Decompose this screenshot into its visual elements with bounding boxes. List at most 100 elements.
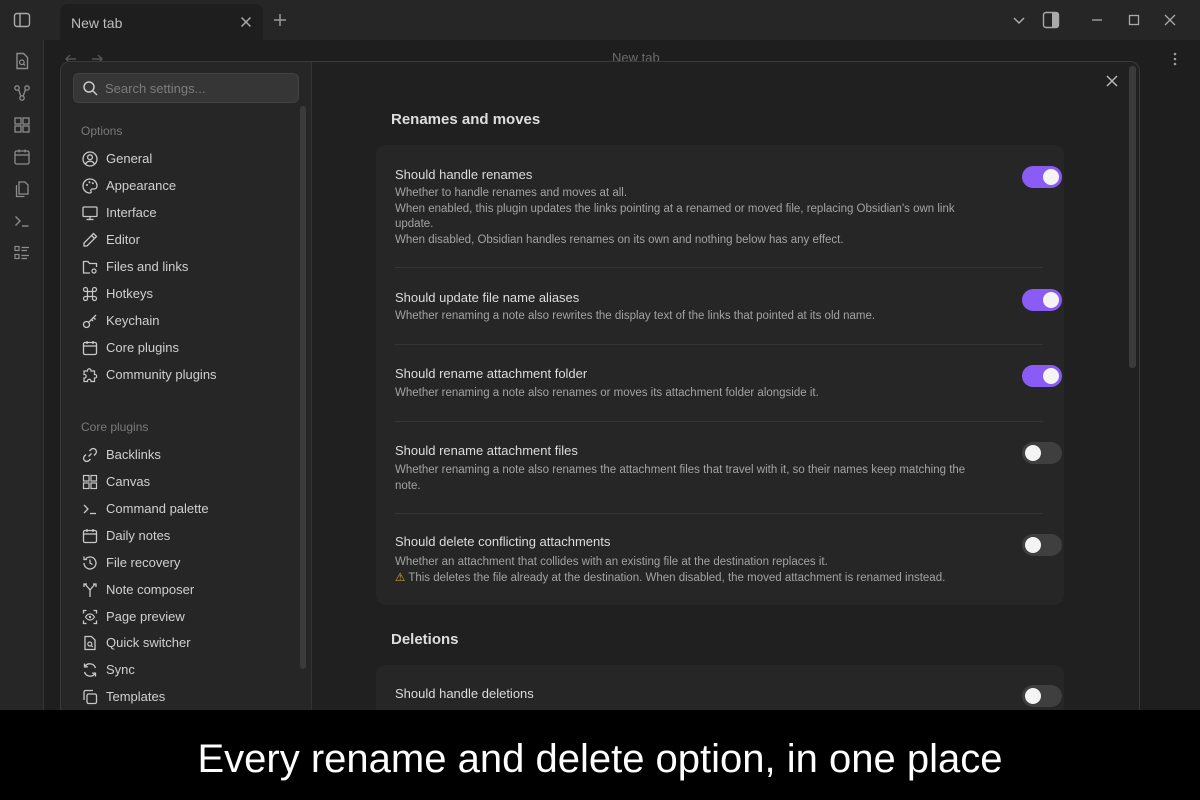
left-ribbon xyxy=(0,40,44,710)
history-icon xyxy=(81,554,99,572)
calendar-icon xyxy=(81,527,99,545)
close-modal-icon[interactable] xyxy=(1103,72,1121,90)
sidebar-item-label: Editor xyxy=(106,232,140,247)
sidebar-item-appearance[interactable]: Appearance xyxy=(73,173,299,199)
sidebar-item-sync[interactable]: Sync xyxy=(73,657,299,683)
sidebar-item-page-preview[interactable]: Page preview xyxy=(73,604,299,630)
settings-sidebar: Options General Appearance Interface Edi… xyxy=(61,62,312,720)
caption-bar: Every rename and delete option, in one p… xyxy=(0,710,1200,800)
sidebar-item-label: Templates xyxy=(106,689,166,704)
sidebar-item-keychain[interactable]: Keychain xyxy=(73,308,299,334)
setting-should-rename-attachment-files: Should rename attachment files Whether r… xyxy=(395,422,1062,514)
options-heading: Options xyxy=(81,124,123,138)
toggle-knob xyxy=(1043,368,1059,384)
sidebar-toggle-icon[interactable] xyxy=(12,10,32,30)
sidebar-item-command-palette[interactable]: Command palette xyxy=(73,496,299,522)
sidebar-item-files-and-links[interactable]: Files and links xyxy=(73,254,299,280)
section-heading-renames-and-moves: Renames and moves xyxy=(391,111,541,128)
graph-view-icon[interactable] xyxy=(12,83,32,103)
sidebar-item-label: Backlinks xyxy=(106,447,161,462)
puzzle-icon xyxy=(81,366,99,384)
monitor-icon xyxy=(81,204,99,222)
close-window-icon[interactable] xyxy=(1160,10,1180,30)
sidebar-item-label: Command palette xyxy=(106,501,209,516)
setting-warning-text: This deletes the file already at the des… xyxy=(408,571,946,584)
setting-description-line: When enabled, this plugin updates the li… xyxy=(395,202,955,231)
setting-description: Whether renaming a note also renames the… xyxy=(395,463,985,494)
list-icon[interactable] xyxy=(12,243,32,263)
sidebar-item-core-plugins[interactable]: Core plugins xyxy=(73,335,299,361)
tab-title: New tab xyxy=(71,15,123,31)
sidebar-item-interface[interactable]: Interface xyxy=(73,200,299,226)
sidebar-item-label: General xyxy=(106,151,153,166)
merge-icon xyxy=(81,581,99,599)
sidebar-item-hotkeys[interactable]: Hotkeys xyxy=(73,281,299,307)
setting-description-line: Whether renaming a note also rewrites th… xyxy=(395,310,876,322)
content-scrollbar[interactable] xyxy=(1129,66,1136,368)
sidebar-scrollbar[interactable] xyxy=(300,106,306,669)
should-delete-conflicting-attachments-toggle[interactable] xyxy=(1022,534,1062,556)
tab-list-chevron-icon[interactable] xyxy=(1009,10,1029,30)
sidebar-item-general[interactable]: General xyxy=(73,146,299,172)
calendar-icon[interactable] xyxy=(12,147,32,167)
palette-icon xyxy=(81,177,99,195)
toggle-knob xyxy=(1025,445,1041,461)
setting-description-line: Whether to handle renames and moves at a… xyxy=(395,187,628,199)
sidebar-item-label: Keychain xyxy=(106,313,160,328)
settings-search-box xyxy=(73,73,299,103)
setting-should-handle-renames: Should handle renames Whether to handle … xyxy=(395,145,1062,268)
setting-name: Should rename attachment folder xyxy=(395,366,588,381)
copy-icon[interactable] xyxy=(12,179,32,199)
sidebar-item-community-plugins[interactable]: Community plugins xyxy=(73,362,299,388)
link-icon xyxy=(81,446,99,464)
setting-description: Whether renaming a note also renames or … xyxy=(395,386,985,402)
sidebar-item-templates[interactable]: Templates xyxy=(73,684,299,710)
should-handle-renames-toggle[interactable] xyxy=(1022,166,1062,188)
sidebar-item-daily-notes[interactable]: Daily notes xyxy=(73,523,299,549)
sidebar-item-label: Canvas xyxy=(106,474,151,489)
toggle-knob xyxy=(1043,292,1059,308)
setting-name: Should update file name aliases xyxy=(395,290,580,305)
search-icon xyxy=(82,80,99,97)
file-search-icon[interactable] xyxy=(12,51,32,71)
setting-should-delete-conflicting-attachments: Should delete conflicting attachments Wh… xyxy=(395,514,1062,605)
setting-should-rename-attachment-folder: Should rename attachment folder Whether … xyxy=(395,345,1062,422)
sidebar-item-label: Hotkeys xyxy=(106,286,153,301)
sidebar-item-label: Interface xyxy=(106,205,157,220)
setting-description-line: Whether renaming a note also renames or … xyxy=(395,387,819,399)
sidebar-item-backlinks[interactable]: Backlinks xyxy=(73,442,299,468)
toggle-knob xyxy=(1043,169,1059,185)
tab-new-tab[interactable]: New tab xyxy=(60,4,263,40)
sidebar-item-canvas[interactable]: Canvas xyxy=(73,469,299,495)
title-bar: New tab xyxy=(0,0,1200,40)
sidebar-item-editor[interactable]: Editor xyxy=(73,227,299,253)
right-sidebar-toggle-icon[interactable] xyxy=(1041,10,1061,30)
maximize-icon[interactable] xyxy=(1124,10,1144,30)
canvas-icon[interactable] xyxy=(12,115,32,135)
settings-search-input[interactable] xyxy=(105,78,291,98)
setting-should-update-file-name-aliases: Should update file name aliases Whether … xyxy=(395,268,1062,345)
layout-dashboard-icon xyxy=(81,473,99,491)
sidebar-item-note-composer[interactable]: Note composer xyxy=(73,577,299,603)
should-update-file-name-aliases-toggle[interactable] xyxy=(1022,289,1062,311)
section-heading-deletions: Deletions xyxy=(391,631,459,648)
minimize-icon[interactable] xyxy=(1087,10,1107,30)
scan-eye-icon xyxy=(81,608,99,626)
terminal-icon[interactable] xyxy=(12,211,32,231)
sidebar-item-label: File recovery xyxy=(106,555,181,570)
sidebar-item-label: Note composer xyxy=(106,582,195,597)
calendar-plug-icon xyxy=(81,339,99,357)
sidebar-item-label: Community plugins xyxy=(106,367,217,382)
should-handle-deletions-toggle[interactable] xyxy=(1022,685,1062,707)
more-options-icon[interactable] xyxy=(1166,50,1184,68)
close-tab-icon[interactable] xyxy=(237,13,255,31)
should-rename-attachment-folder-toggle[interactable] xyxy=(1022,365,1062,387)
sidebar-item-file-recovery[interactable]: File recovery xyxy=(73,550,299,576)
settings-group-renames: Should handle renames Whether to handle … xyxy=(376,145,1064,605)
should-rename-attachment-files-toggle[interactable] xyxy=(1022,442,1062,464)
sidebar-item-quick-switcher[interactable]: Quick switcher xyxy=(73,630,299,656)
new-tab-icon[interactable] xyxy=(271,11,289,29)
setting-description-line: When disabled, Obsidian handles renames … xyxy=(395,233,844,246)
setting-description: Whether to handle renames and moves at a… xyxy=(395,186,985,248)
command-icon xyxy=(81,285,99,303)
